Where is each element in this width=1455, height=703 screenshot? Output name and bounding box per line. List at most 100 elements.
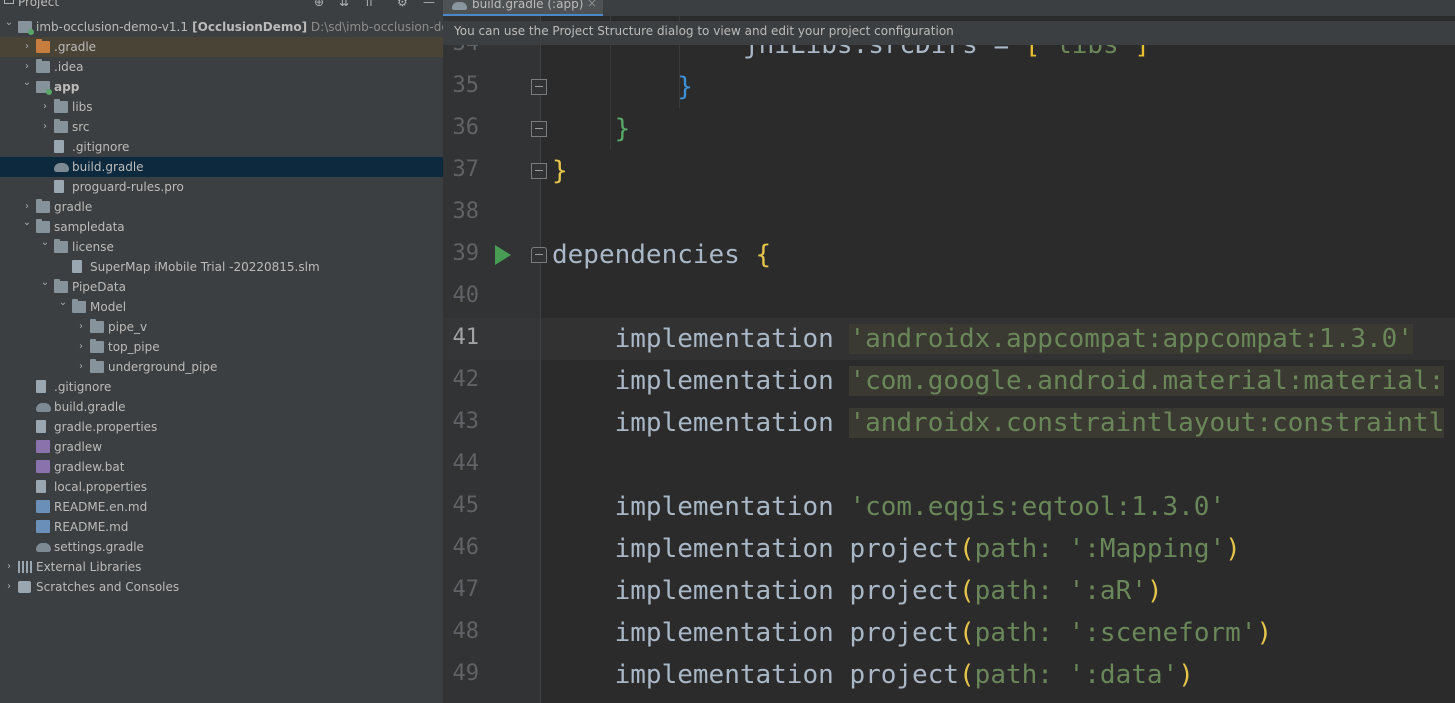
run-icon[interactable] xyxy=(495,245,511,265)
tree-item[interactable]: › libs xyxy=(0,97,443,117)
tree-item-name: underground_pipe xyxy=(108,360,218,374)
code-line: 40 xyxy=(443,276,1455,318)
tree-item[interactable]: ⌄ license xyxy=(0,237,443,257)
chevron-right-icon[interactable]: › xyxy=(4,559,14,575)
tree-item[interactable]: build.gradle xyxy=(0,157,443,177)
tree-item-name: gradle.properties xyxy=(54,420,158,434)
code-text: implementation 'androidx.constraintlayou… xyxy=(552,407,1445,439)
chevron-right-icon[interactable]: › xyxy=(76,359,86,375)
tree-item-label: .idea xyxy=(54,60,84,74)
gradle-file-icon xyxy=(452,2,467,10)
editor[interactable]: 34jniLibs.srcDirs = ['libs']35 }36 }37}3… xyxy=(443,0,1455,703)
tree-item[interactable]: › underground_pipe xyxy=(0,357,443,377)
chevron-down-icon[interactable]: ⌄ xyxy=(58,295,68,311)
code-line: 36 } xyxy=(443,108,1455,150)
chevron-down-icon[interactable]: ⌄ xyxy=(40,275,50,291)
chevron-right-icon[interactable]: › xyxy=(22,199,32,215)
code-line: 44 xyxy=(443,444,1455,486)
tree-item[interactable]: proguard-rules.pro xyxy=(0,177,443,197)
tree-item-name: Model xyxy=(90,300,127,314)
chevron-right-icon[interactable]: › xyxy=(22,59,32,75)
tree-item-label: proguard-rules.pro xyxy=(72,180,184,194)
tree-item[interactable]: ⌄ sampledata xyxy=(0,217,443,237)
tree-item-label: External Libraries xyxy=(36,560,141,574)
tree-item[interactable]: › pipe_v xyxy=(0,317,443,337)
tree-item[interactable]: local.properties xyxy=(0,477,443,497)
tree-item[interactable]: README.en.md xyxy=(0,497,443,517)
tree-item-name: .gradle xyxy=(54,40,97,54)
fold-marker-icon[interactable] xyxy=(531,247,547,263)
tree-item-name: README.en.md xyxy=(54,500,148,514)
chevron-down-icon[interactable]: ⌄ xyxy=(4,15,14,31)
code-token: implementation xyxy=(614,408,834,438)
fold-marker-icon[interactable] xyxy=(531,79,547,95)
expand-all-icon[interactable]: ⇊ xyxy=(339,0,349,9)
collapse-all-icon[interactable]: ⇈ xyxy=(364,0,374,9)
tree-item[interactable]: › src xyxy=(0,117,443,137)
tree-item[interactable]: settings.gradle xyxy=(0,537,443,557)
tree-item[interactable]: ⌄ imb-occlusion-demo-v1.1 [OcclusionDemo]… xyxy=(0,17,443,37)
tree-item-label: settings.gradle xyxy=(54,540,144,554)
tree-item[interactable]: › top_pipe xyxy=(0,337,443,357)
tree-item[interactable]: .gitignore xyxy=(0,377,443,397)
code-token: path: xyxy=(974,534,1053,564)
chevron-right-icon[interactable]: › xyxy=(4,579,14,595)
tree-item[interactable]: › Scratches and Consoles xyxy=(0,577,443,597)
tree-item[interactable]: SuperMap iMobile Trial -20220815.slm xyxy=(0,257,443,277)
tree-item[interactable]: build.gradle xyxy=(0,397,443,417)
tree-item[interactable]: › gradle xyxy=(0,197,443,217)
gitignore-file-icon xyxy=(54,140,64,153)
tree-item-label: build.gradle xyxy=(54,400,126,414)
code-token: ':data' xyxy=(1068,660,1179,690)
project-view-icon[interactable] xyxy=(4,0,14,4)
code-token: implementation xyxy=(614,660,834,690)
chevron-down-icon[interactable]: ⌄ xyxy=(22,75,32,91)
tree-item[interactable]: README.md xyxy=(0,517,443,537)
code-line: 49 implementation project(path: ':data') xyxy=(443,654,1455,696)
tab-build-gradle-app[interactable]: build.gradle (:app) × xyxy=(443,0,603,16)
chevron-right-icon[interactable]: › xyxy=(76,339,86,355)
tree-item-name: gradlew.bat xyxy=(54,460,125,474)
code-token: path: xyxy=(974,618,1053,648)
chevron-right-icon[interactable]: › xyxy=(76,319,86,335)
close-icon[interactable]: × xyxy=(587,0,597,10)
chevron-down-icon[interactable]: ⌄ xyxy=(22,215,32,231)
tree-item-label: PipeData xyxy=(72,280,126,294)
fold-marker-icon[interactable] xyxy=(531,121,547,137)
tree-item[interactable]: ⌄ PipeData xyxy=(0,277,443,297)
chevron-right-icon[interactable]: › xyxy=(40,119,50,135)
gear-icon[interactable]: ⚙ xyxy=(397,0,408,9)
tree-item-name: build.gradle xyxy=(54,400,126,414)
libraries-icon xyxy=(18,561,32,573)
tree-item-name: gradle xyxy=(54,200,93,214)
tree-item-label: top_pipe xyxy=(108,340,160,354)
code-token: path: xyxy=(974,660,1053,690)
tree-item-name: imb-occlusion-demo-v1.1 xyxy=(36,20,188,34)
tree-item-label: sampledata xyxy=(54,220,125,234)
folder-icon xyxy=(90,319,104,333)
tree-item-label: local.properties xyxy=(54,480,147,494)
code-token: ':Mapping' xyxy=(1068,534,1226,564)
tree-item[interactable]: ⌄ Model xyxy=(0,297,443,317)
project-view-title[interactable]: Project xyxy=(18,0,59,9)
code-token: implementation xyxy=(614,534,834,564)
hide-icon[interactable]: — xyxy=(423,0,435,9)
tree-item-name: Scratches and Consoles xyxy=(36,580,180,594)
locate-icon[interactable]: ⊕ xyxy=(314,0,324,9)
tree-item[interactable]: gradlew xyxy=(0,437,443,457)
tree-item[interactable]: gradlew.bat xyxy=(0,457,443,477)
tree-item[interactable]: › .gradle xyxy=(0,37,443,57)
tree-item[interactable]: ⌄ app xyxy=(0,77,443,97)
tree-item[interactable]: › External Libraries xyxy=(0,557,443,577)
tree-item[interactable]: .gitignore xyxy=(0,137,443,157)
code-text: implementation 'com.eqgis:eqtool:1.3.0' xyxy=(552,491,1226,523)
tree-item[interactable]: › .idea xyxy=(0,57,443,77)
code-text: } xyxy=(552,155,568,187)
module-folder-icon xyxy=(18,21,34,35)
chevron-down-icon[interactable]: ⌄ xyxy=(40,235,50,251)
chevron-right-icon[interactable]: › xyxy=(22,39,32,55)
fold-marker-icon[interactable] xyxy=(531,163,547,179)
code-line: 48 implementation project(path: ':scenef… xyxy=(443,612,1455,654)
tree-item[interactable]: gradle.properties xyxy=(0,417,443,437)
chevron-right-icon[interactable]: › xyxy=(40,99,50,115)
